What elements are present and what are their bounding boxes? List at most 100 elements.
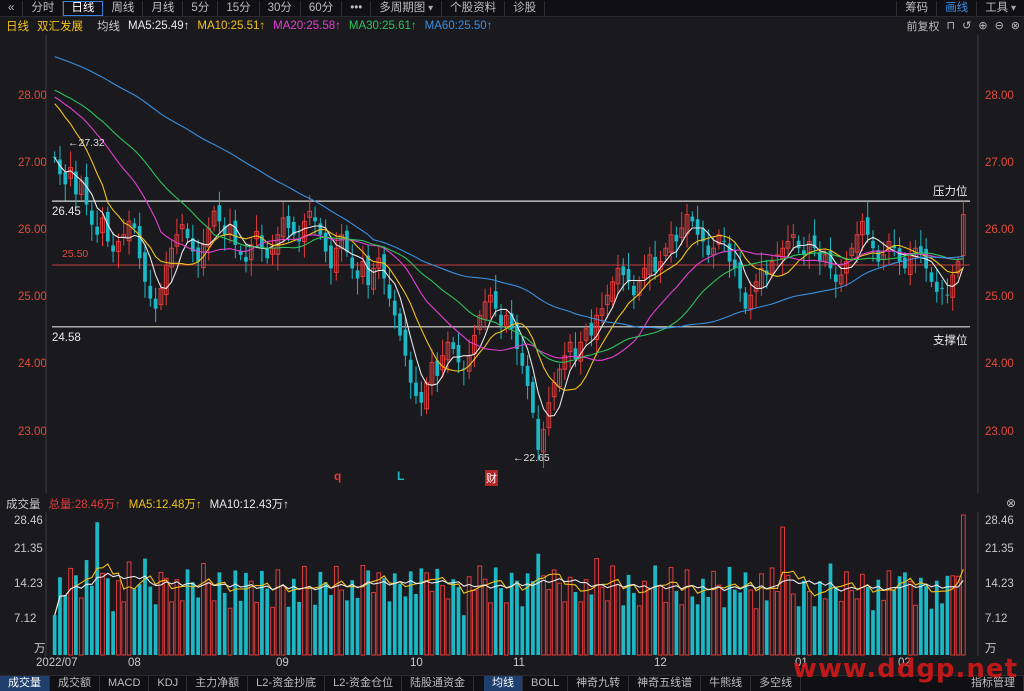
candle-body [865,217,870,235]
candle-body [876,250,881,262]
volume-bar [881,599,886,656]
volume-bar [78,597,84,656]
tab-monthly[interactable]: 月线 [143,0,184,16]
diagnose-button[interactable]: 诊股 [505,0,546,16]
volume-bar [63,594,68,655]
chips-button[interactable]: 筹码 [896,0,936,16]
volume-bar [398,583,402,655]
price-tick-right: 26.00 [985,224,1014,236]
volume-bar [313,604,317,655]
tab-daily[interactable]: 日线 [63,0,104,16]
volume-bar [604,600,610,656]
multi-period-dropdown[interactable]: 多周期图 [371,0,443,16]
volume-bar [716,584,722,656]
ma-label[interactable]: 均线 [97,18,120,34]
tab-kdj[interactable]: KDJ [149,676,188,691]
tab-30min[interactable]: 30分 [260,0,301,16]
close-volume-icon[interactable]: ⊗ [1006,496,1016,510]
volume-chart[interactable] [0,512,1024,656]
undo-icon[interactable]: ↺ [962,19,971,32]
volume-tick-right: 28.46 [985,515,1014,527]
price-tick-left: 27.00 [18,157,47,169]
tab-main-net[interactable]: 主力净额 [187,676,249,691]
candle-body [392,300,397,316]
tab-60min[interactable]: 60分 [301,0,343,16]
volume-bar [802,580,806,655]
tab-northbound[interactable]: 陆股通资金 [402,676,474,691]
tab-ma[interactable]: 均线 [483,676,523,691]
back-icon[interactable]: « [0,0,24,16]
volume-bar [695,604,700,655]
volume-bar [668,566,674,656]
price-tick-left: 24.00 [18,358,47,370]
volume-bar [615,584,621,656]
volume-bar [674,591,679,655]
stock-name[interactable]: 双汇发展 [37,18,83,34]
ma5-line [54,157,964,417]
volume-bar [360,564,366,656]
q-marker[interactable]: q [334,469,341,483]
period-label: 日线 [6,20,29,33]
zoom-out-icon[interactable]: ⊖ [995,19,1004,32]
zoom-in-icon[interactable]: ⊕ [978,19,987,32]
volume-bar [499,588,503,655]
stock-profile-button[interactable]: 个股资料 [442,0,506,16]
candlestick-chart[interactable] [0,34,1024,494]
tab-magic-five[interactable]: 神奇五线谱 [629,676,702,691]
volume-bar [567,576,573,656]
finance-marker[interactable]: 财 [485,470,498,486]
tab-boll[interactable]: BOLL [523,676,569,691]
ma-legend: 日线 双汇发展 均线 MA5:25.49↑ MA10:25.51↑ MA20:2… [0,17,1024,34]
volume-bar [796,606,801,655]
low-mark: ←22.65 [513,452,550,464]
volume-bar [196,597,200,655]
candle-body [695,219,700,235]
tools-dropdown[interactable]: 工具 [976,0,1024,16]
candle-body [153,298,158,309]
ma20-line [54,96,964,361]
volume-bar [599,586,605,656]
tab-turnover[interactable]: 成交额 [50,676,100,691]
volume-bar [206,581,212,656]
tab-bull-bear[interactable]: 牛熊线 [701,676,752,691]
volume-bar [126,561,132,656]
close-icon[interactable]: ⊗ [1011,19,1020,32]
support-price: 24.58 [52,332,81,344]
candle-body [217,205,222,222]
tab-l2-bottom[interactable]: L2-资金抄底 [248,676,326,691]
l-marker[interactable]: L [397,469,404,483]
volume-bar [392,573,397,655]
volume-title[interactable]: 成交量 [6,496,41,512]
volume-bar [350,580,355,655]
ma30-value: MA30:25.61↑ [348,19,417,32]
tab-magic-nine[interactable]: 神奇九转 [568,676,630,691]
tab-macd[interactable]: MACD [100,676,150,691]
resistance-label: 压力位 [933,186,968,198]
tab-5min[interactable]: 5分 [183,0,219,16]
tab-l2-position[interactable]: L2-资金仓位 [325,676,402,691]
tab-weekly[interactable]: 周线 [103,0,144,16]
volume-bar [440,585,445,656]
tab-15min[interactable]: 15分 [218,0,260,16]
tab-intraday[interactable]: 分时 [23,0,64,16]
adjust-dropdown[interactable]: 前复权 [907,18,940,34]
candle-body [111,245,115,252]
candle-body [451,342,456,349]
volume-bar [892,590,897,655]
candle-body [903,257,907,269]
volume-tick-right: 14.23 [985,578,1014,590]
more-periods-icon[interactable]: ••• [342,0,372,16]
volume-bar [632,593,636,655]
tab-volume[interactable]: 成交量 [0,676,50,691]
price-tick-left: 26.00 [18,224,47,236]
candle-body [818,252,822,262]
draw-line-button[interactable]: 画线 [936,0,976,16]
volume-bar [329,594,333,655]
volume-bar [918,577,923,655]
candle-body [653,256,657,272]
candle-body [796,240,801,249]
volume-bar [477,565,483,656]
volume-bar [621,605,626,655]
volume-bar [822,598,828,656]
lock-icon[interactable]: ⊓ [947,19,956,32]
